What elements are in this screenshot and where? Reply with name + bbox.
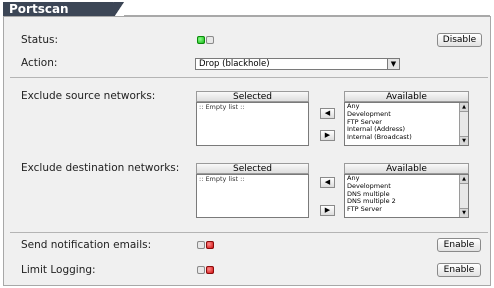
logging-enable-button[interactable]: Enable <box>437 263 481 277</box>
action-select-value: Drop (blackhole) <box>199 59 270 69</box>
status-off-led <box>206 36 214 44</box>
separator <box>10 232 488 233</box>
scrollbar[interactable]: ▲ ▼ <box>459 175 468 217</box>
tab-slant <box>114 2 124 17</box>
source-available-header: Available <box>344 91 469 102</box>
source-available-list[interactable]: Any Development FTP Server Internal (Add… <box>344 102 469 146</box>
arrow-right-icon: ▶ <box>324 131 331 139</box>
exclude-source-label: Exclude source networks: <box>21 90 156 102</box>
status-green-led <box>197 36 205 44</box>
destination-available-header: Available <box>344 163 469 174</box>
scroll-down-icon[interactable]: ▼ <box>460 136 468 145</box>
move-right-button[interactable]: ▶ <box>320 205 335 216</box>
arrow-right-icon: ▶ <box>324 206 331 214</box>
limit-logging-label: Limit Logging: <box>21 264 96 276</box>
scrollbar[interactable]: ▲ ▼ <box>459 103 468 145</box>
send-notification-label: Send notification emails: <box>21 239 152 251</box>
logging-off-led <box>197 266 205 274</box>
scroll-up-icon[interactable]: ▲ <box>460 103 468 112</box>
logging-red-led <box>206 266 214 274</box>
source-selected-list[interactable]: :: Empty list :: <box>196 102 309 146</box>
notification-enable-button[interactable]: Enable <box>437 238 481 252</box>
arrow-left-icon: ◀ <box>324 178 331 186</box>
tab-portscan-detection[interactable]: Portscan Detection <box>3 2 115 31</box>
move-left-button[interactable]: ◀ <box>320 177 335 188</box>
empty-list-text: :: Empty list :: <box>199 175 245 183</box>
chevron-down-icon[interactable]: ▼ <box>387 59 399 69</box>
destination-selected-list[interactable]: :: Empty list :: <box>196 174 309 218</box>
move-right-button[interactable]: ▶ <box>320 130 335 141</box>
arrow-left-icon: ◀ <box>324 109 331 117</box>
destination-selected-header: Selected <box>196 163 309 174</box>
action-label: Action: <box>21 57 58 69</box>
list-item[interactable]: Internal (Broadcast) <box>345 133 468 142</box>
separator <box>10 77 488 78</box>
action-select[interactable]: Drop (blackhole) ▼ <box>195 58 400 70</box>
list-item[interactable]: FTP Server <box>345 205 468 214</box>
destination-available-list[interactable]: Any Development DNS multiple DNS multipl… <box>344 174 469 218</box>
empty-list-text: :: Empty list :: <box>199 103 245 111</box>
scroll-up-icon[interactable]: ▲ <box>460 175 468 184</box>
notification-off-led <box>197 241 205 249</box>
source-selected-header: Selected <box>196 91 309 102</box>
status-disable-button[interactable]: Disable <box>437 33 482 47</box>
scroll-down-icon[interactable]: ▼ <box>460 208 468 217</box>
status-label: Status: <box>21 34 58 46</box>
exclude-destination-label: Exclude destination networks: <box>21 162 180 174</box>
move-left-button[interactable]: ◀ <box>320 108 335 119</box>
notification-red-led <box>206 241 214 249</box>
